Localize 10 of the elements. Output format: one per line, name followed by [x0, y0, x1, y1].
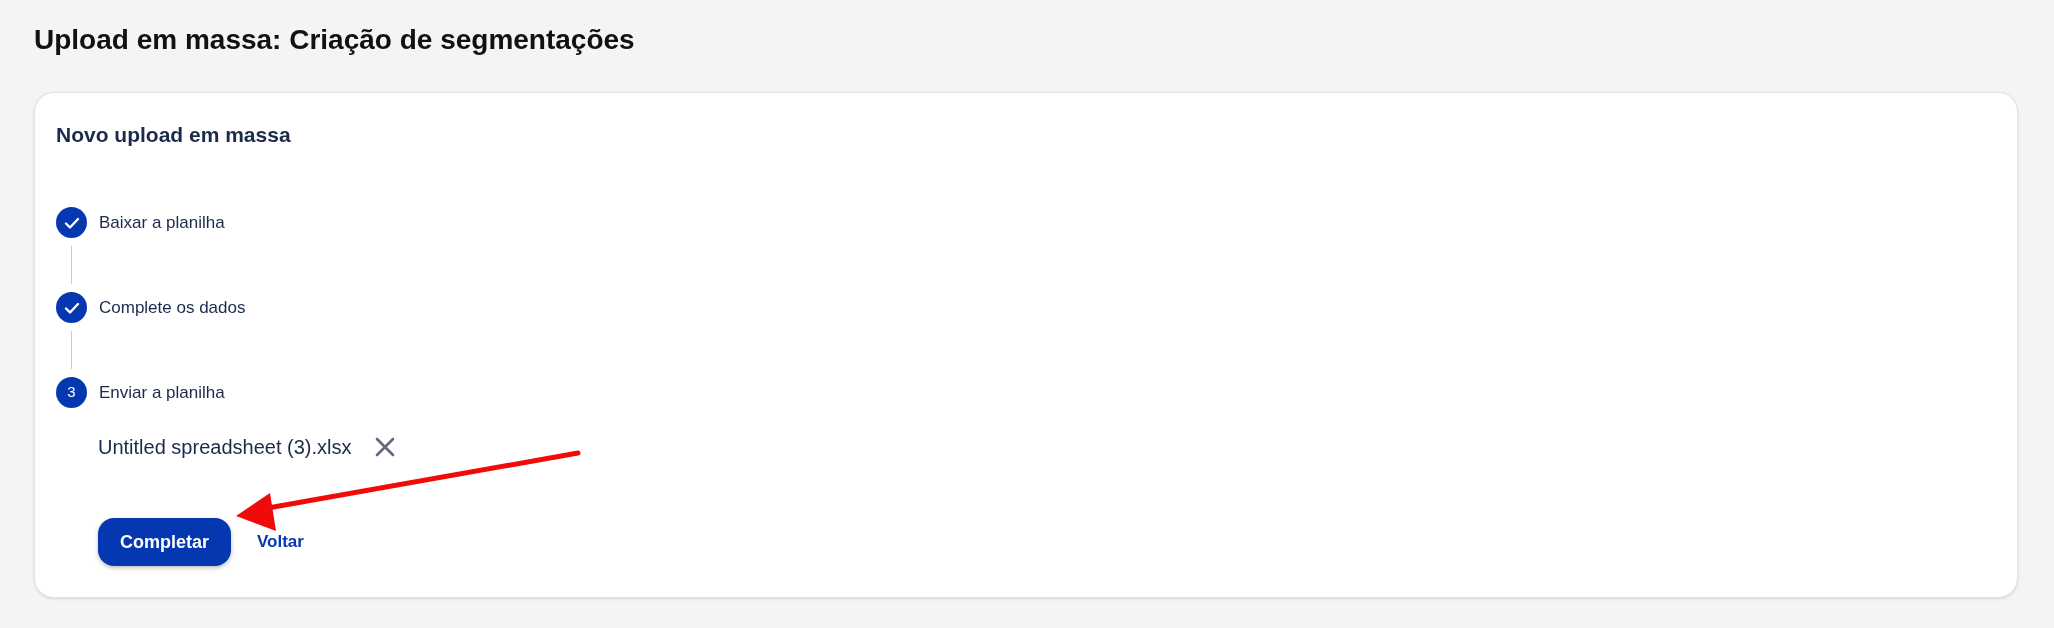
step-label: Baixar a planilha — [99, 211, 225, 234]
close-icon[interactable] — [375, 437, 396, 457]
complete-button[interactable]: Completar — [98, 518, 231, 566]
step-number: 3 — [56, 377, 87, 408]
card-title: Novo upload em massa — [56, 122, 292, 148]
page-title: Upload em massa: Criação de segmentações — [34, 23, 636, 57]
file-name: Untitled spreadsheet (3).xlsx — [98, 435, 352, 460]
back-link[interactable]: Voltar — [257, 529, 304, 555]
step-label: Complete os dados — [99, 296, 246, 319]
step-label: Enviar a planilha — [99, 381, 225, 404]
